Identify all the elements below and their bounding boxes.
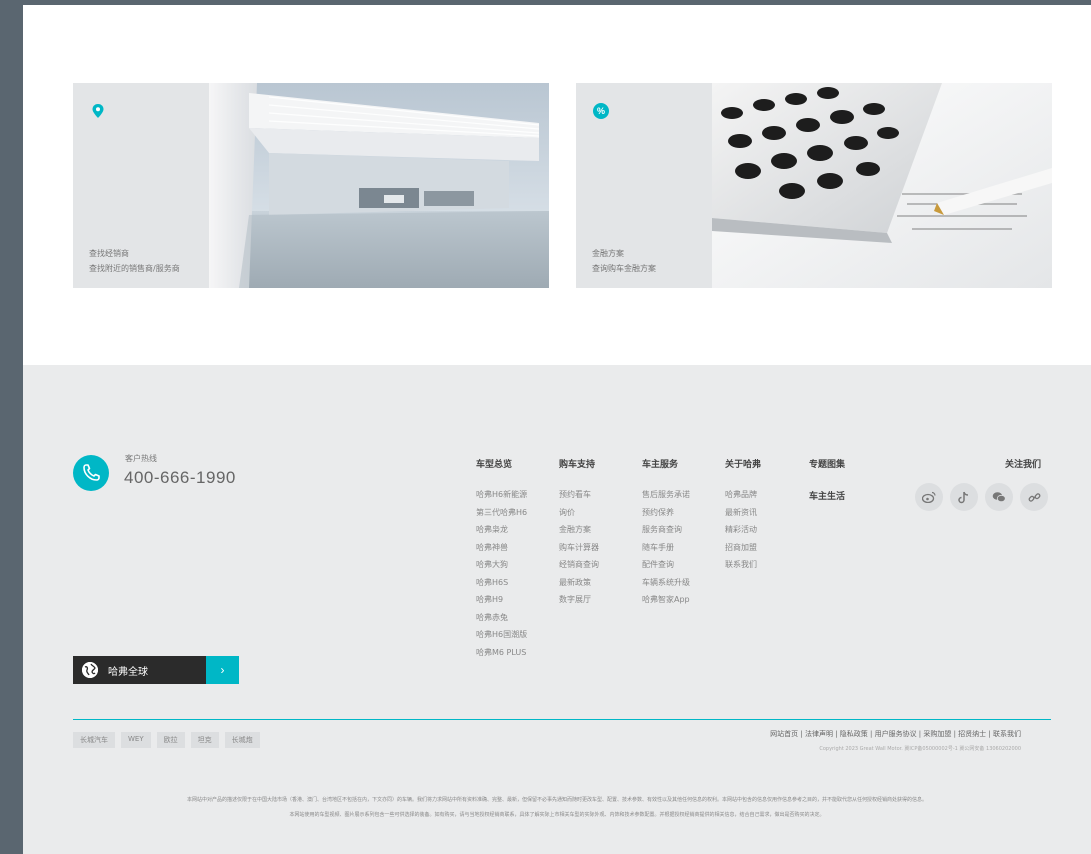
footer-link[interactable]: 哈弗赤兔 [476, 612, 527, 630]
footer-link[interactable]: 车辆系统升级 [642, 577, 690, 595]
owner-life-link[interactable]: 车主生活 [809, 489, 845, 502]
footer-link[interactable]: 哈弗智家App [642, 594, 690, 612]
footer-link[interactable]: 哈弗H6S [476, 577, 527, 595]
footer-link[interactable]: 哈弗H6国潮版 [476, 629, 527, 647]
tiktok-icon[interactable] [950, 483, 978, 511]
percent-icon: % [593, 103, 609, 119]
global-site-button[interactable]: 哈弗全球 › [73, 656, 239, 684]
brand-tag[interactable]: 欧拉 [156, 732, 185, 748]
footer-link[interactable]: 哈弗神兽 [476, 542, 527, 560]
brand-tag[interactable]: 坦克 [190, 732, 219, 748]
footer-link[interactable]: 最新政策 [559, 577, 599, 595]
brand-tag[interactable]: 长城汽车 [73, 732, 115, 748]
footer-link[interactable]: 经销商查询 [559, 559, 599, 577]
footer-link[interactable]: 联系我们 [725, 559, 761, 577]
location-pin-icon [92, 104, 104, 118]
footer-link[interactable]: 售后服务承诺 [642, 489, 690, 507]
footer-link[interactable]: 哈弗H9 [476, 594, 527, 612]
card-subtitle: 查询购车金融方案 [592, 264, 656, 273]
footer-column-purchase: 购车支持 预约看车 询价 金融方案 购车计算器 经销商查询 最新政策 数字展厅 [559, 457, 599, 612]
footer-column-gallery: 专题图集 车主生活 [809, 457, 845, 502]
footer-link[interactable]: 配件查询 [642, 559, 690, 577]
footer-link[interactable]: 随车手册 [642, 542, 690, 560]
column-heading: 购车支持 [559, 460, 596, 470]
showroom-image [209, 83, 549, 288]
column-heading: 车主服务 [642, 460, 679, 470]
column-heading[interactable]: 专题图集 [809, 457, 845, 470]
footer-link[interactable]: 最新资讯 [725, 507, 761, 525]
footer-column-about: 关于哈弗 哈弗品牌 最新资讯 精彩活动 招商加盟 联系我们 [725, 457, 761, 577]
chevron-right-icon: › [206, 656, 239, 684]
global-site-label: 哈弗全球 [108, 666, 148, 678]
card-subtitle: 查找附近的销售商/服务商 [89, 264, 180, 273]
footer-link[interactable]: 金融方案 [559, 524, 599, 542]
footer-link[interactable]: 预约保养 [642, 507, 690, 525]
globe-icon [82, 662, 98, 678]
hotline-label: 客户热线 [125, 454, 157, 463]
weibo-icon[interactable] [915, 483, 943, 511]
wechat-icon[interactable] [985, 483, 1013, 511]
left-bar [0, 0, 23, 854]
card-side-panel: % 金融方案 查询购车金融方案 [576, 83, 710, 288]
footer-link[interactable]: 询价 [559, 507, 599, 525]
card-title: 金融方案 [592, 249, 624, 258]
phone-icon [73, 455, 109, 491]
brand-tag[interactable]: 长城炮 [224, 732, 260, 748]
footer-link[interactable]: 哈弗H6新能源 [476, 489, 527, 507]
copyright-text: Copyright 2023 Great Wall Motor. 冀ICP备05… [819, 746, 1021, 752]
column-heading: 关于哈弗 [725, 460, 762, 470]
calculator-image [712, 83, 1052, 288]
footer-link[interactable]: 哈弗品牌 [725, 489, 761, 507]
link-icon[interactable] [1020, 483, 1048, 511]
card-title: 查找经销商 [89, 249, 129, 258]
disclaimer-line: 本网站使用的车型视频、图片展示系列包含一些可供选择的装备。如有购买，请与当地授权… [289, 812, 825, 818]
column-heading: 车型总览 [476, 460, 513, 470]
follow-us-label: 关注我们 [1005, 460, 1042, 470]
footer-column-models: 车型总览 哈弗H6新能源 第三代哈弗H6 哈弗枭龙 哈弗神兽 哈弗大狗 哈弗H6… [476, 457, 527, 664]
hotline-number[interactable]: 400-666-1990 [124, 468, 236, 488]
footer-link[interactable]: 数字展厅 [559, 594, 599, 612]
footer-link[interactable]: 第三代哈弗H6 [476, 507, 527, 525]
footer-link[interactable]: 哈弗枭龙 [476, 524, 527, 542]
find-dealer-card[interactable]: 查找经销商 查找附近的销售商/服务商 [73, 83, 549, 288]
finance-plan-card[interactable]: % 金融方案 查询购车金融方案 [576, 83, 1052, 288]
service-cards-section: 查找经销商 查找附近的销售商/服务商 % 金融方案 查询购车金融方案 [23, 5, 1091, 365]
footer-link[interactable]: 精彩活动 [725, 524, 761, 542]
footer-link[interactable]: 哈弗大狗 [476, 559, 527, 577]
site-footer: 客户热线 400-666-1990 车型总览 哈弗H6新能源 第三代哈弗H6 哈… [23, 365, 1091, 854]
footer-link[interactable]: 预约看车 [559, 489, 599, 507]
footer-link[interactable]: 哈弗M6 PLUS [476, 647, 527, 665]
footer-link[interactable]: 购车计算器 [559, 542, 599, 560]
card-side-panel: 查找经销商 查找附近的销售商/服务商 [73, 83, 207, 288]
brand-tags: 长城汽车 WEY 欧拉 坦克 长城炮 [73, 732, 260, 748]
disclaimer-line: 本网站中对产品的描述仅限于在中国大陆市场（香港、澳门、台湾地区不包括在内，下文亦… [186, 797, 928, 803]
bottom-links[interactable]: 网站首页 | 法律声明 | 隐私政策 | 用户服务协议 | 采购加盟 | 招贤纳… [770, 729, 1021, 739]
footer-link[interactable]: 招商加盟 [725, 542, 761, 560]
brand-tag[interactable]: WEY [121, 732, 151, 748]
footer-column-owner-service: 车主服务 售后服务承诺 预约保养 服务商查询 随车手册 配件查询 车辆系统升级 … [642, 457, 690, 612]
footer-link[interactable]: 服务商查询 [642, 524, 690, 542]
footer-divider [73, 719, 1051, 720]
